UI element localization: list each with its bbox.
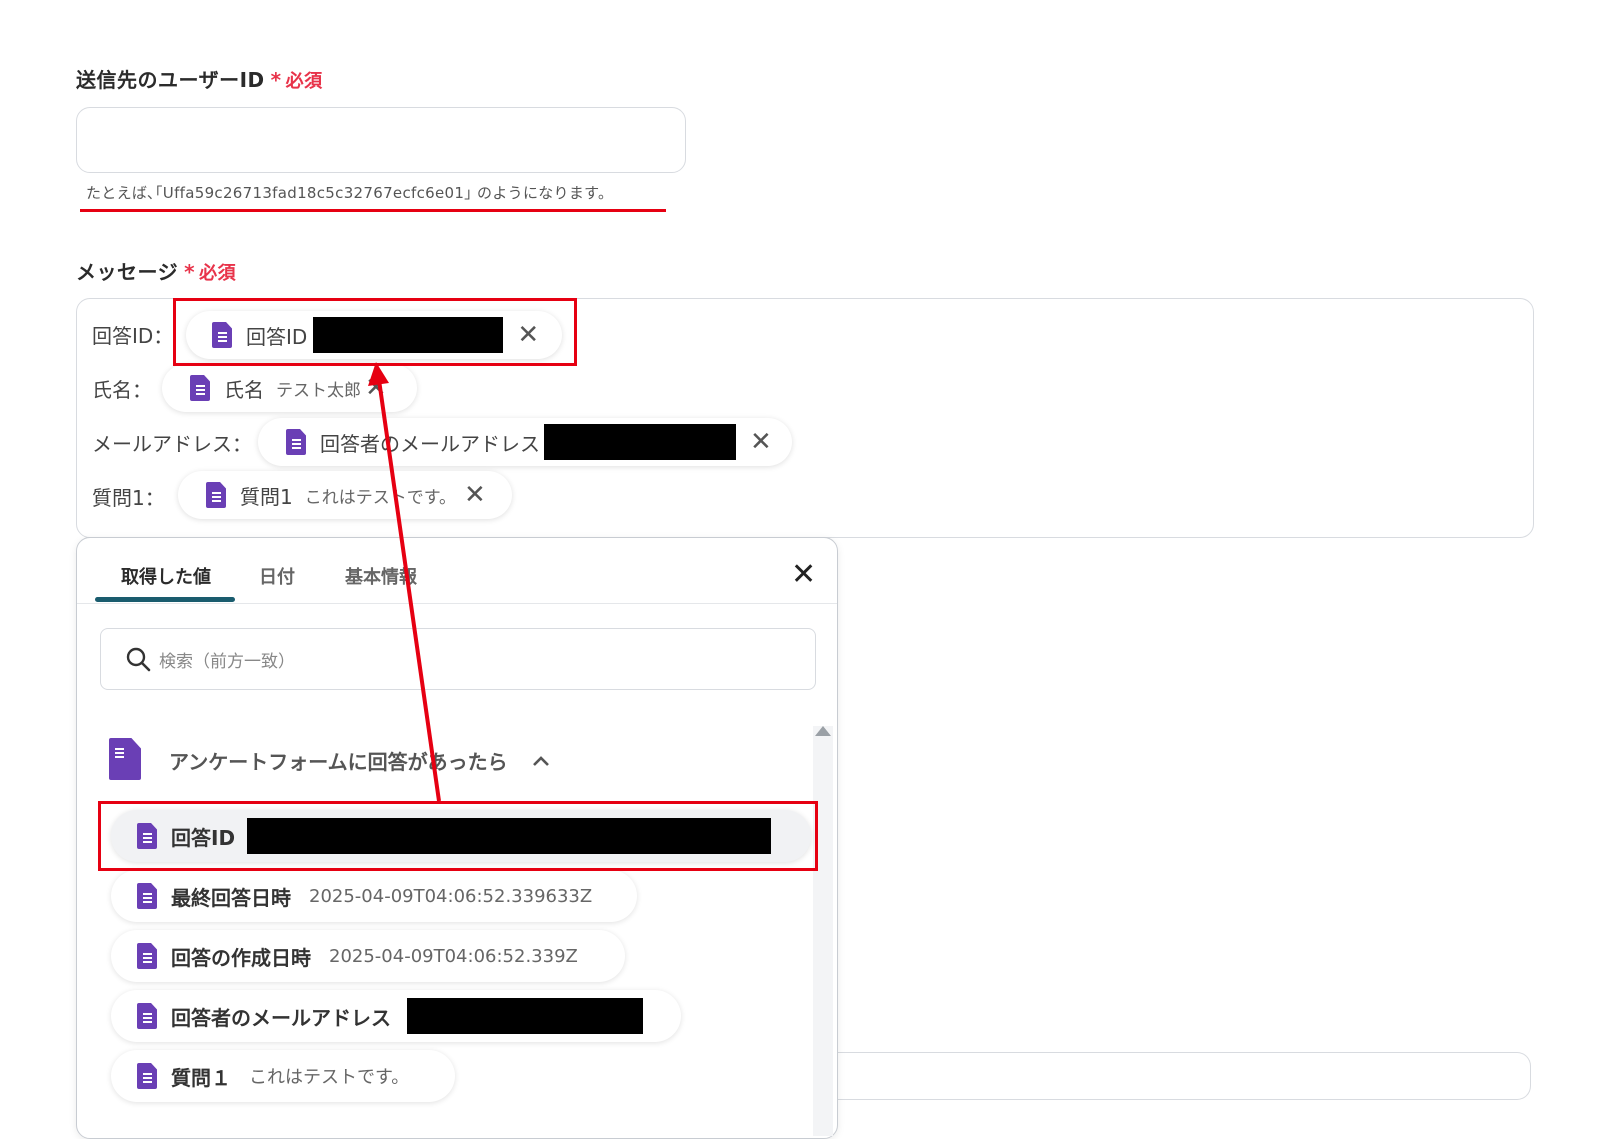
annotation-arrow [368,362,441,802]
